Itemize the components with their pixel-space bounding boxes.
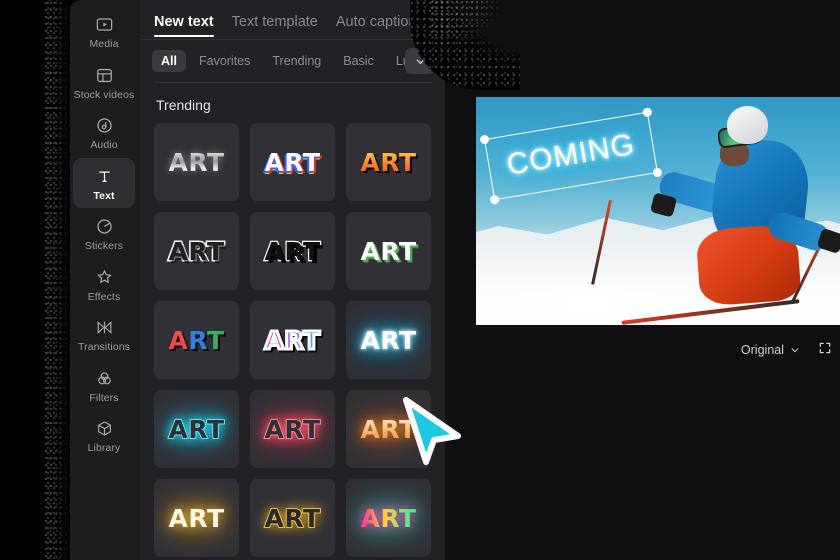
sidebar-item-transitions[interactable]: Transitions: [73, 309, 135, 360]
text-style-preview: ART: [168, 414, 225, 445]
text-style-item[interactable]: ART: [250, 479, 335, 557]
sidebar-item-label: Audio: [90, 139, 118, 151]
video-preview[interactable]: COMING: [476, 97, 840, 325]
text-style-preview: ART: [264, 147, 321, 177]
chip-all[interactable]: All: [152, 50, 186, 72]
sidebar-item-label: Library: [87, 442, 121, 454]
tab-new-text[interactable]: New text: [154, 10, 214, 39]
sidebar-item-label: Effects: [87, 290, 121, 303]
sidebar-item-label: Filters: [89, 391, 119, 404]
collapse-panel-icon[interactable]: «: [442, 13, 445, 36]
text-style-preview: ART: [168, 147, 225, 177]
sidebar-item-filters[interactable]: Filters: [73, 360, 135, 411]
ruler-label: 00:00: [41, 424, 67, 435]
tab-auto-captions[interactable]: Auto captions: [336, 10, 424, 39]
media-icon: [95, 15, 114, 34]
scale-label: Original: [740, 343, 784, 357]
text-style-preview: ART: [167, 235, 226, 267]
redo-icon[interactable]: [20, 397, 35, 412]
section-title-trending: Trending: [156, 97, 211, 113]
text-style-item[interactable]: ART: [250, 123, 335, 201]
sidebar-item-label: Stock videos: [73, 88, 135, 101]
text-style-item[interactable]: ART: [250, 390, 335, 468]
sidebar-item-label: Text: [93, 189, 115, 202]
text-style-preview: ART: [360, 414, 417, 444]
sidebar-item-label: Stickers: [84, 240, 124, 252]
chip-favorites[interactable]: Favorites: [190, 50, 259, 72]
text-style-preview: ART: [264, 503, 321, 534]
text-style-item[interactable]: ART: [346, 479, 431, 557]
sidebar-item-stock-videos[interactable]: Stock videos: [73, 57, 135, 108]
sidebar-item-media[interactable]: Media: [73, 6, 135, 57]
left-sidebar: Media Stock videos Audio Text Stickers E…: [68, 0, 140, 560]
filter-chip-row: All Favorites Trending Basic Lum: [140, 40, 445, 82]
text-style-item[interactable]: ART: [346, 301, 431, 379]
text-panel: New text Text template Auto captions « A…: [140, 0, 445, 560]
text-style-item[interactable]: ART: [154, 479, 239, 557]
sidebar-item-effects[interactable]: Effects: [73, 259, 135, 310]
transitions-icon: [95, 318, 114, 337]
library-icon: [95, 419, 114, 438]
preview-toolbar: Original: [476, 333, 832, 367]
text-style-preview: ART: [360, 236, 417, 266]
text-style-preview: ART: [360, 147, 417, 177]
chip-basic[interactable]: Basic: [334, 50, 383, 72]
text-style-preview: ART: [168, 503, 225, 533]
tab-text-template[interactable]: Text template: [232, 10, 318, 39]
text-style-preview: ART: [263, 324, 322, 356]
scale-dropdown[interactable]: Original: [741, 343, 800, 357]
sidebar-item-text[interactable]: Text: [73, 157, 135, 208]
stock-videos-icon: [95, 66, 114, 85]
sidebar-item-label: Media: [89, 38, 119, 50]
text-style-preview: ART: [264, 414, 321, 445]
snow-spray: [505, 283, 671, 321]
text-style-item[interactable]: ART: [346, 123, 431, 201]
chevron-down-icon: [791, 348, 799, 353]
sidebar-item-library[interactable]: Library: [73, 410, 135, 461]
text-style-preview: ART: [263, 235, 321, 266]
text-icon: [95, 167, 114, 186]
text-style-item[interactable]: ART: [154, 390, 239, 468]
text-style-item[interactable]: ART: [154, 123, 239, 201]
preview-stage: COMING Original: [445, 0, 840, 560]
text-style-item[interactable]: ART: [346, 390, 431, 468]
skier-figure: [590, 102, 840, 325]
audio-icon: [95, 116, 114, 135]
fullscreen-icon[interactable]: [818, 341, 832, 360]
text-style-item[interactable]: ART: [154, 212, 239, 290]
text-style-grid: ART ART ART ART ART ART ART ART ART ART …: [140, 123, 445, 560]
sidebar-item-audio[interactable]: Audio: [73, 107, 135, 158]
text-style-item[interactable]: ART: [250, 212, 335, 290]
app-root: Media Stock videos Audio Text Stickers E…: [0, 0, 840, 560]
effects-icon: [95, 268, 114, 287]
text-style-preview: ART: [360, 503, 417, 533]
panel-tabs: New text Text template Auto captions «: [140, 0, 445, 39]
filters-icon: [95, 369, 114, 388]
text-style-preview: ART: [168, 325, 225, 355]
text-style-item[interactable]: ART: [154, 301, 239, 379]
chevron-down-icon[interactable]: [405, 48, 435, 74]
overlay-text[interactable]: COMING: [504, 128, 637, 183]
resize-handle-top-left[interactable]: [479, 134, 490, 145]
sidebar-item-label: Transitions: [77, 341, 131, 353]
text-style-preview: ART: [360, 325, 417, 355]
sidebar-item-stickers[interactable]: Stickers: [73, 208, 135, 259]
chip-trending[interactable]: Trending: [263, 50, 330, 72]
speaker-icon[interactable]: [8, 481, 23, 501]
stickers-icon: [95, 217, 114, 236]
text-style-item[interactable]: ART: [346, 212, 431, 290]
text-style-item[interactable]: ART: [250, 301, 335, 379]
